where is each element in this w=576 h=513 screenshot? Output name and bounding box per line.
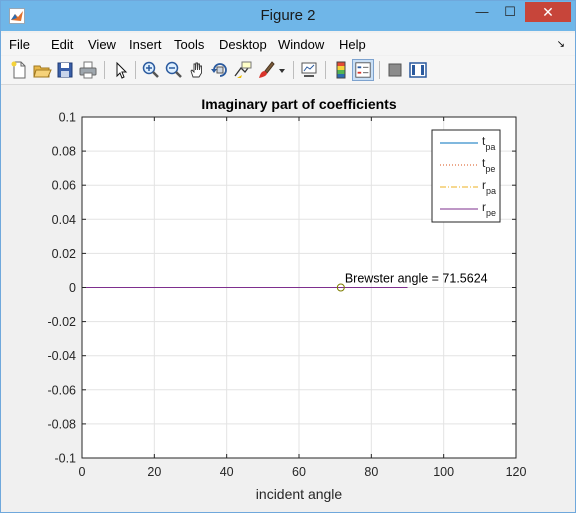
- y-tick-label: 0.1: [59, 111, 76, 125]
- menu-insert[interactable]: Insert: [129, 37, 162, 52]
- data-cursor-icon[interactable]: [233, 60, 253, 80]
- show-plot-tools-icon[interactable]: [408, 60, 428, 80]
- zoom-in-icon[interactable]: [141, 60, 161, 80]
- zoom-out-icon[interactable]: [164, 60, 184, 80]
- toolbar-separator: [104, 61, 105, 79]
- menu-view[interactable]: View: [88, 37, 116, 52]
- menu-tools[interactable]: Tools: [174, 37, 204, 52]
- menu-file[interactable]: File: [9, 37, 30, 52]
- y-tick-label: -0.02: [48, 315, 77, 329]
- y-tick-label: 0.06: [52, 179, 76, 193]
- y-tick-label: -0.06: [48, 383, 77, 397]
- menu-desktop[interactable]: Desktop: [219, 37, 267, 52]
- rotate-3d-icon[interactable]: [210, 60, 230, 80]
- figure-toolbar: [1, 56, 575, 85]
- toolbar-separator: [379, 61, 380, 79]
- y-tick-label: -0.1: [54, 452, 76, 466]
- maximize-button[interactable]: ☐: [497, 2, 523, 22]
- y-tick-label: 0.02: [52, 247, 76, 261]
- open-file-icon[interactable]: [32, 60, 52, 80]
- figure-canvas[interactable]: 0 20 40 60 80 100 120 0.1 0.08 0.06 0.04 0.02 0 -0.02…: [2, 85, 574, 511]
- y-tick-label: 0: [69, 281, 76, 295]
- close-button[interactable]: ✕: [525, 2, 571, 22]
- brush-dropdown-icon[interactable]: [277, 60, 287, 80]
- toolbar-separator: [293, 61, 294, 79]
- brush-icon[interactable]: [256, 60, 276, 80]
- minimize-button[interactable]: —: [469, 2, 495, 22]
- figure-window: Figure 2 — ☐ ✕ File Edit View Insert Too…: [0, 0, 576, 513]
- y-tick-label: -0.04: [48, 349, 77, 363]
- chart-title: Imaginary part of coefficients: [201, 96, 396, 112]
- y-tick-label: 0.04: [52, 213, 76, 227]
- legend-icon: [355, 62, 371, 78]
- colorbar-icon[interactable]: [331, 60, 351, 80]
- pointer-icon[interactable]: [111, 60, 131, 80]
- x-tick-label: 120: [506, 465, 527, 479]
- pan-hand-icon[interactable]: [187, 60, 207, 80]
- menu-edit[interactable]: Edit: [51, 37, 73, 52]
- x-tick-label: 40: [220, 465, 234, 479]
- save-icon[interactable]: [55, 60, 75, 80]
- brewster-annotation: Brewster angle = 71.5624: [345, 272, 488, 286]
- menu-bar: File Edit View Insert Tools Desktop Wind…: [1, 33, 575, 55]
- x-tick-label: 20: [147, 465, 161, 479]
- toolbar-separator: [325, 61, 326, 79]
- legend-toggle-button[interactable]: [352, 59, 374, 81]
- title-bar[interactable]: Figure 2 — ☐ ✕: [1, 1, 575, 31]
- print-icon[interactable]: [78, 60, 98, 80]
- dock-figure-icon[interactable]: ↘: [557, 39, 565, 50]
- x-axis-label: incident angle: [256, 486, 343, 502]
- hide-plot-tools-icon[interactable]: [385, 60, 405, 80]
- link-plot-icon[interactable]: [299, 60, 319, 80]
- toolbar-separator: [135, 61, 136, 79]
- menu-help[interactable]: Help: [339, 37, 366, 52]
- x-tick-label: 60: [292, 465, 306, 479]
- new-figure-icon[interactable]: [9, 60, 29, 80]
- x-tick-label: 80: [364, 465, 378, 479]
- y-tick-label: -0.08: [48, 417, 77, 431]
- menu-window[interactable]: Window: [278, 37, 324, 52]
- x-tick-label: 100: [433, 465, 454, 479]
- line-chart[interactable]: 0 20 40 60 80 100 120 0.1 0.08 0.06 0.04 0.02 0 -0.02…: [2, 85, 574, 511]
- x-tick-label: 0: [79, 465, 86, 479]
- y-tick-label: 0.08: [52, 145, 76, 159]
